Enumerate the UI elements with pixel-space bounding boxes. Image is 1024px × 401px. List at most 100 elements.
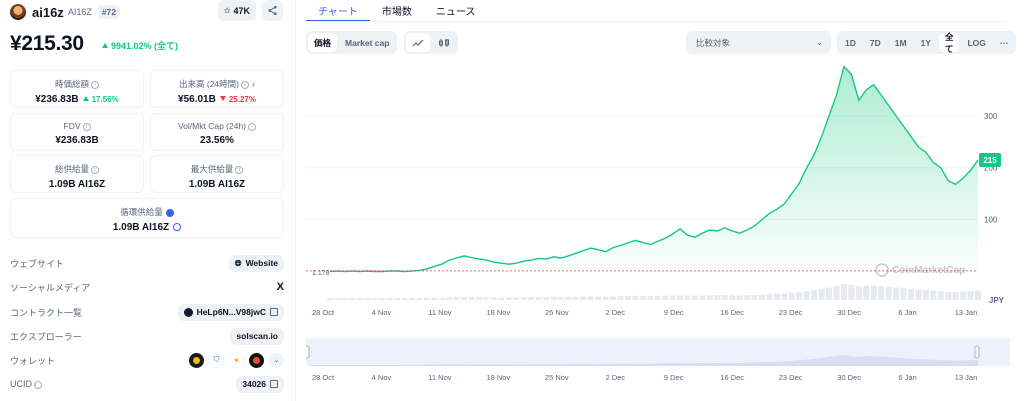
log-scale-button[interactable]: LOG	[961, 33, 991, 52]
price-metric-button[interactable]: 価格	[308, 33, 338, 52]
explorer-label: エクスプローラー	[10, 331, 82, 342]
shield-wallet-icon[interactable]: ⛉	[209, 352, 224, 368]
coin-header: ai16z AI16Z #72	[10, 3, 121, 21]
tab-chart[interactable]: チャート	[306, 0, 370, 22]
navigator-right-handle[interactable]	[974, 345, 980, 359]
info-icon[interactable]: i	[91, 165, 99, 174]
x-tick-label: 23 Dec	[779, 373, 803, 382]
share-icon	[268, 5, 277, 16]
volume-bar	[498, 297, 505, 300]
watchlist-button[interactable]: 47K	[218, 0, 256, 21]
fdv-value: ¥236.83B	[55, 135, 99, 146]
watch-count: 47K	[233, 5, 250, 16]
market-cap-card: 時価総額 i ¥236.83B 17.56%	[10, 70, 144, 108]
volume-bar	[677, 295, 684, 300]
volume-card[interactable]: 出来高 (24時間) i › ¥56.01B 25.27%	[150, 70, 284, 108]
copy-icon[interactable]	[270, 380, 278, 388]
market-cap-change: 17.56%	[82, 95, 119, 104]
compare-select[interactable]: 比較対象 ⌄	[686, 31, 831, 54]
up-arrow-icon	[82, 96, 89, 101]
volume-bar	[937, 291, 944, 300]
chevron-right-icon[interactable]: ›	[252, 79, 255, 89]
candlestick-chart-icon[interactable]	[432, 33, 456, 52]
tab-markets[interactable]: 市場数	[370, 0, 424, 22]
range-1m-button[interactable]: 1M	[889, 33, 913, 52]
y-tick-label: 300	[984, 112, 998, 121]
x-tick-label: 18 Nov	[486, 373, 510, 382]
volume-bar	[461, 296, 468, 300]
volume-bar	[870, 285, 877, 300]
x-tick-label: 30 Dec	[837, 373, 861, 382]
volume-bar	[416, 297, 423, 300]
chevron-down-icon: ⌄	[815, 37, 823, 47]
price-area	[330, 66, 978, 272]
x-tick-label: 6 Jan	[898, 308, 916, 317]
info-icon[interactable]: i	[82, 122, 91, 131]
max-supply-label: 最大供給量	[190, 164, 234, 174]
volume-bar	[922, 289, 929, 300]
volume-bar	[617, 296, 624, 300]
volume-bar	[386, 297, 393, 300]
copy-icon[interactable]	[270, 308, 278, 316]
volume-bar	[714, 295, 721, 300]
info-icon[interactable]: i	[235, 165, 244, 174]
x-tick-label: 16 Dec	[720, 308, 744, 317]
volume-bar	[475, 297, 482, 300]
metric-toggle: 価格 Market cap	[306, 31, 398, 54]
market-cap-metric-button[interactable]: Market cap	[339, 33, 395, 52]
volume-bar	[505, 297, 512, 300]
volume-bar	[796, 292, 803, 300]
line-chart-icon[interactable]	[406, 33, 430, 52]
wallet-icon-dark[interactable]	[249, 352, 264, 368]
info-icon[interactable]: i	[248, 122, 257, 131]
volume-bar	[975, 290, 981, 300]
coin-logo	[10, 4, 26, 20]
x-tick-label: 18 Nov	[486, 308, 510, 317]
tab-news[interactable]: ニュース	[424, 0, 488, 22]
fdv-card: FDV i ¥236.83B	[10, 113, 144, 151]
ucid-button[interactable]: 34026	[236, 375, 284, 393]
x-tick-label: 28 Oct	[312, 373, 335, 382]
verified-icon	[165, 208, 174, 217]
website-button[interactable]: 🌐︎ Website	[228, 254, 284, 272]
info-icon[interactable]: i	[34, 380, 42, 389]
chart-type-toggle	[404, 31, 458, 54]
range-all-button[interactable]: 全て	[938, 32, 960, 54]
info-icon[interactable]: i	[240, 80, 249, 89]
chevron-down-icon[interactable]: ⌄	[269, 352, 284, 368]
x-tick-label: 4 Nov	[372, 373, 392, 382]
explorer-button[interactable]: solscan.io	[230, 327, 284, 345]
range-1d-button[interactable]: 1D	[839, 33, 862, 52]
sun-wallet-icon[interactable]: ✶	[229, 352, 244, 368]
x-tick-label: 6 Jan	[898, 373, 916, 382]
up-arrow-icon	[102, 43, 108, 48]
vol-mkt-cap-value: 23.56%	[200, 135, 234, 146]
wallet-icon[interactable]	[189, 352, 204, 368]
wallet-row: ウォレット ⛉ ✶ ⌄	[10, 350, 284, 370]
info-icon[interactable]: i	[91, 80, 99, 89]
volume-bar	[915, 289, 922, 300]
x-icon[interactable]: X	[277, 281, 284, 293]
wallet-label: ウォレット	[10, 355, 56, 366]
total-supply-label: 総供給量	[54, 164, 89, 174]
volume-bar	[610, 296, 617, 300]
volume-bar	[438, 297, 445, 300]
volume-bar	[565, 296, 572, 300]
coin-info-panel: ai16z AI16Z #72 47K ¥215.30 9941.02% (全て…	[0, 0, 296, 401]
rank-badge: #72	[97, 5, 121, 19]
range-navigator[interactable]: 28 Oct 4 Nov 11 Nov 18 Nov 25 Nov 2 Dec 9 Dec 1…	[306, 338, 1010, 388]
range-7d-button[interactable]: 7D	[864, 33, 887, 52]
share-button[interactable]	[262, 0, 283, 21]
price-chart[interactable]: 1.178 100200300 215 CoinMarketCap JPY 28…	[306, 64, 1010, 320]
contract-button[interactable]: HeLp6N...V98jwC	[177, 303, 284, 321]
x-tick-label: 2 Dec	[605, 308, 625, 317]
volume-bar	[759, 294, 765, 300]
navigator-left-handle[interactable]	[306, 345, 310, 359]
more-options-button[interactable]: ···	[994, 33, 1015, 52]
x-tick-label: 30 Dec	[837, 308, 861, 317]
volume-bar	[729, 295, 736, 300]
total-supply-card: 総供給量 i 1.09B AI16Z	[10, 155, 144, 193]
range-1y-button[interactable]: 1Y	[915, 33, 937, 52]
volume-bar	[632, 295, 639, 300]
volume-bars	[327, 284, 981, 300]
